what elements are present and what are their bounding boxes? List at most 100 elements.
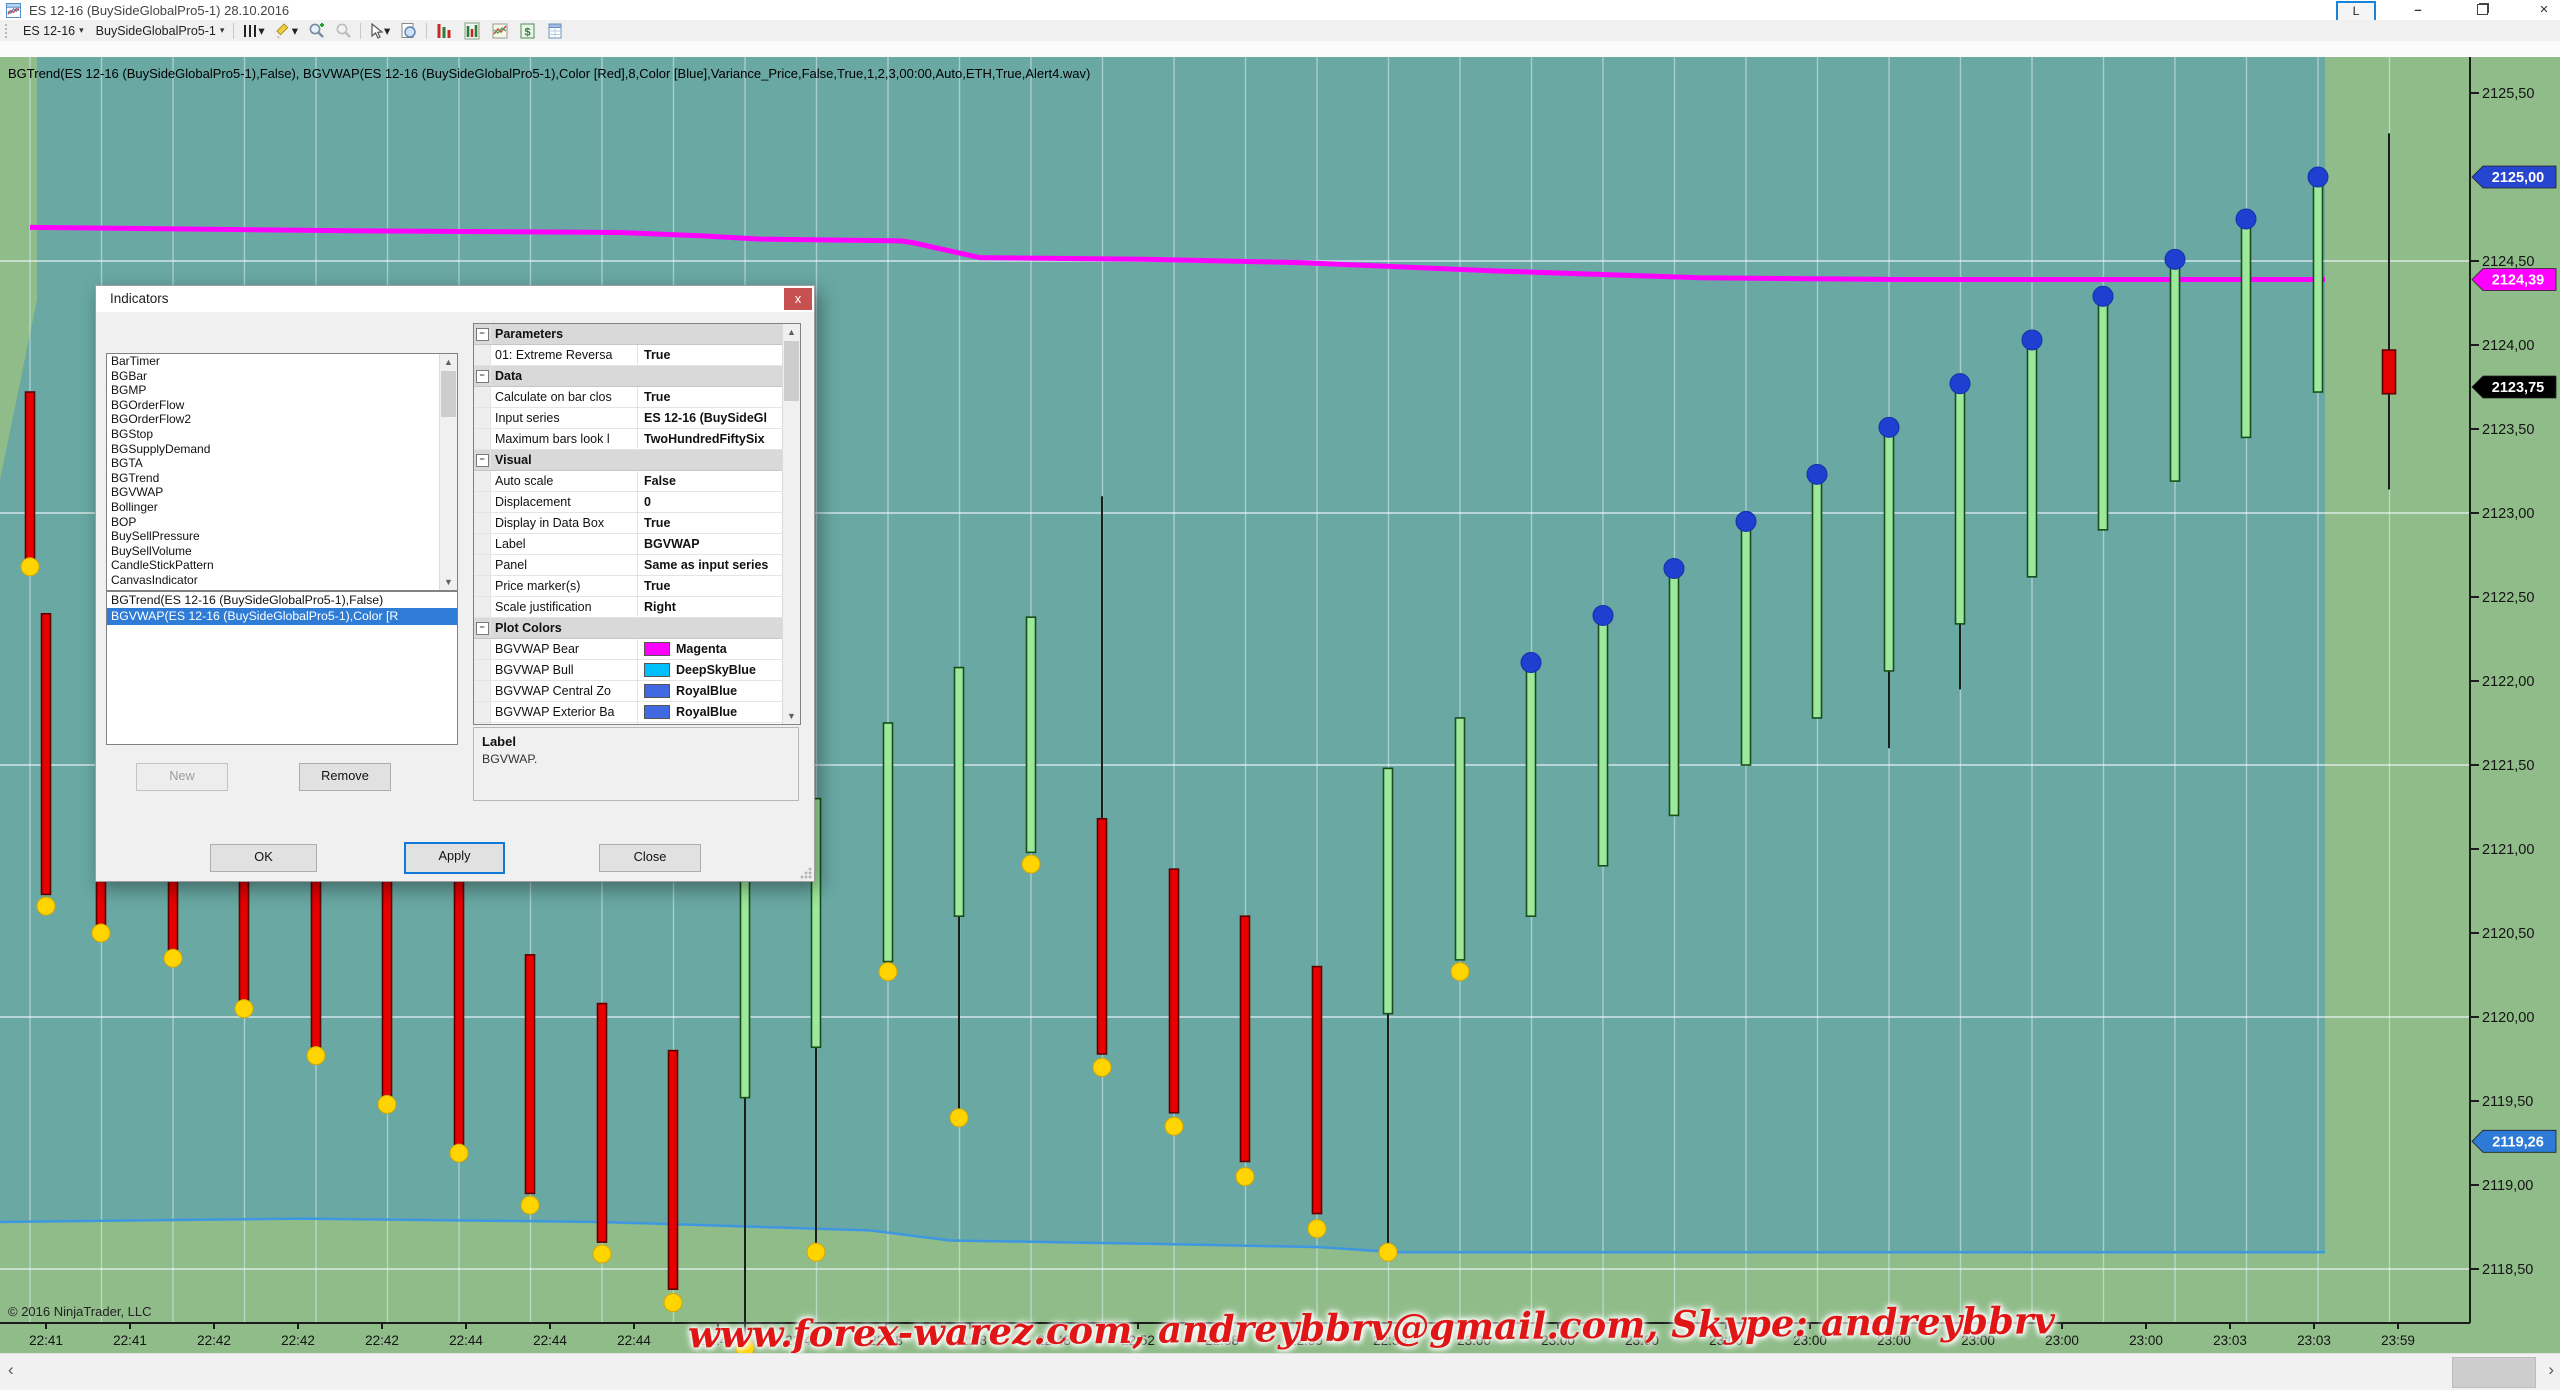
- indicator-list-item[interactable]: BGSupplyDemand: [107, 442, 457, 457]
- property-section-header[interactable]: −Visual: [474, 450, 800, 471]
- ok-button[interactable]: OK: [210, 844, 317, 872]
- property-value[interactable]: RoyalBlue: [638, 681, 800, 701]
- property-row[interactable]: 01: Extreme ReversaTrue: [474, 345, 800, 366]
- price-tick-label: 2122,00: [2482, 674, 2534, 690]
- indicator-list-item[interactable]: BOP: [107, 515, 457, 530]
- property-row[interactable]: Input seriesES 12-16 (BuySideGl: [474, 408, 800, 429]
- property-row[interactable]: Price marker(s)True: [474, 576, 800, 597]
- collapse-icon[interactable]: −: [476, 622, 489, 635]
- indicator-list-item[interactable]: BGTA: [107, 456, 457, 471]
- scroll-right-arrow[interactable]: ›: [2548, 1360, 2554, 1380]
- yellow-signal-dot: [1236, 1168, 1254, 1186]
- scroll-left-arrow[interactable]: ‹: [8, 1360, 14, 1380]
- blue-signal-dot: [1736, 511, 1756, 531]
- time-tick-label: 22:42: [365, 1333, 399, 1348]
- property-value[interactable]: TwoHundredFiftySix: [638, 429, 800, 449]
- indicator-list-item[interactable]: BuySellPressure: [107, 529, 457, 544]
- yellow-signal-dot: [1165, 1117, 1183, 1135]
- property-value[interactable]: True: [638, 576, 800, 596]
- property-row[interactable]: BGVWAP Exterior BaRoyalBlue: [474, 702, 800, 723]
- property-value[interactable]: True: [638, 513, 800, 533]
- indicator-list-item[interactable]: BGOrderFlow: [107, 398, 457, 413]
- property-section-header[interactable]: −Data: [474, 366, 800, 387]
- property-row[interactable]: BGVWAP Central ZoRoyalBlue: [474, 681, 800, 702]
- up-bar: [1456, 718, 1465, 960]
- property-row[interactable]: Maximum bars look lTwoHundredFiftySix: [474, 429, 800, 450]
- scrollbar-thumb[interactable]: [441, 371, 456, 417]
- property-row[interactable]: Displacement0: [474, 492, 800, 513]
- available-indicators-list[interactable]: BarTimerBGBarBGMPBGOrderFlowBGOrderFlow2…: [106, 353, 458, 591]
- property-row[interactable]: BGVWAP Exterior BaNavy: [474, 723, 800, 725]
- indicator-list-item[interactable]: BGBar: [107, 369, 457, 384]
- blue-signal-dot: [1593, 605, 1613, 625]
- property-value[interactable]: Same as input series: [638, 555, 800, 575]
- collapse-icon[interactable]: −: [476, 328, 489, 341]
- property-label: BGVWAP Bear: [491, 639, 638, 659]
- apply-button[interactable]: Apply: [404, 842, 505, 874]
- dialog-resize-grip[interactable]: [800, 867, 812, 879]
- property-value[interactable]: Right: [638, 597, 800, 617]
- property-value[interactable]: 0: [638, 492, 800, 512]
- collapse-icon[interactable]: −: [476, 454, 489, 467]
- property-row[interactable]: PanelSame as input series: [474, 555, 800, 576]
- property-value[interactable]: Navy: [638, 723, 800, 725]
- color-swatch: [644, 684, 670, 698]
- price-tick-label: 2123,00: [2482, 506, 2534, 522]
- property-value[interactable]: True: [638, 387, 800, 407]
- property-value[interactable]: RoyalBlue: [638, 702, 800, 722]
- price-tick-label: 2124,50: [2482, 254, 2534, 270]
- property-value[interactable]: BGVWAP: [638, 534, 800, 554]
- price-marker-label: 2123,75: [2492, 380, 2544, 396]
- scrollbar-thumb[interactable]: [2452, 1357, 2536, 1388]
- close-dialog-button[interactable]: Close: [599, 844, 701, 872]
- property-help-box: Label BGVWAP.: [473, 727, 799, 801]
- blue-signal-dot: [2308, 167, 2328, 187]
- property-value[interactable]: True: [638, 345, 800, 365]
- property-row[interactable]: BGVWAP BullDeepSkyBlue: [474, 660, 800, 681]
- price-tick-label: 2121,50: [2482, 758, 2534, 774]
- indicator-list-item[interactable]: BGTrend: [107, 471, 457, 486]
- configured-indicators-list[interactable]: BGTrend(ES 12-16 (BuySideGlobalPro5-1),F…: [106, 591, 458, 745]
- property-row[interactable]: Scale justificationRight: [474, 597, 800, 618]
- property-row[interactable]: Calculate on bar closTrue: [474, 387, 800, 408]
- dialog-close-button[interactable]: x: [784, 288, 812, 310]
- indicator-list-item[interactable]: Bollinger: [107, 500, 457, 515]
- dialog-titlebar[interactable]: Indicators x: [96, 286, 814, 312]
- indicator-properties-grid[interactable]: −Parameters01: Extreme ReversaTrue−DataC…: [473, 323, 801, 725]
- property-row[interactable]: BGVWAP BearMagenta: [474, 639, 800, 660]
- property-section-header[interactable]: −Parameters: [474, 324, 800, 345]
- property-row[interactable]: Display in Data BoxTrue: [474, 513, 800, 534]
- configured-indicator-item[interactable]: BGVWAP(ES 12-16 (BuySideGlobalPro5-1),Co…: [107, 608, 457, 624]
- property-value[interactable]: DeepSkyBlue: [638, 660, 800, 680]
- help-title: Label: [482, 734, 790, 749]
- time-tick-label: 22:41: [113, 1333, 147, 1348]
- indicator-list-item[interactable]: BGMP: [107, 383, 457, 398]
- property-section-header[interactable]: −Plot Colors: [474, 618, 800, 639]
- grid-scrollbar[interactable]: ▲ ▼: [782, 324, 800, 724]
- property-row[interactable]: LabelBGVWAP: [474, 534, 800, 555]
- indicator-list-item[interactable]: BGOrderFlow2: [107, 412, 457, 427]
- yellow-signal-dot: [593, 1245, 611, 1263]
- scroll-down-icon[interactable]: ▼: [440, 574, 457, 590]
- property-value[interactable]: False: [638, 471, 800, 491]
- property-row[interactable]: Auto scaleFalse: [474, 471, 800, 492]
- indicator-list-item[interactable]: BuySellVolume: [107, 544, 457, 559]
- configured-indicator-item[interactable]: BGTrend(ES 12-16 (BuySideGlobalPro5-1),F…: [107, 592, 457, 608]
- blue-signal-dot: [1807, 464, 1827, 484]
- indicator-list-item[interactable]: BarTimer: [107, 354, 457, 369]
- property-label: 01: Extreme Reversa: [491, 345, 638, 365]
- indicator-list-item[interactable]: CanvasIndicator: [107, 573, 457, 588]
- indicator-list-item[interactable]: BGStop: [107, 427, 457, 442]
- collapse-icon[interactable]: −: [476, 370, 489, 383]
- indicator-list-item[interactable]: CandleStickPattern: [107, 558, 457, 573]
- property-value[interactable]: Magenta: [638, 639, 800, 659]
- property-value[interactable]: ES 12-16 (BuySideGl: [638, 408, 800, 428]
- scroll-up-icon[interactable]: ▲: [783, 324, 800, 340]
- remove-button[interactable]: Remove: [299, 763, 391, 791]
- list-scrollbar[interactable]: ▲ ▼: [439, 354, 457, 590]
- indicator-list-item[interactable]: BGVWAP: [107, 485, 457, 500]
- price-marker-label: 2124,39: [2492, 272, 2544, 288]
- scrollbar-thumb[interactable]: [784, 341, 799, 401]
- scroll-up-icon[interactable]: ▲: [440, 354, 457, 370]
- scroll-down-icon[interactable]: ▼: [783, 708, 800, 724]
